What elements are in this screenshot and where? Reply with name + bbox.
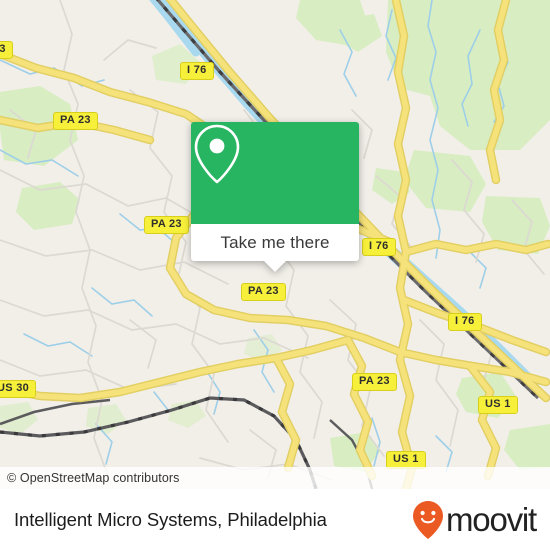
road-shield: I 76 (362, 238, 396, 256)
map-attribution: © OpenStreetMap contributors (0, 467, 550, 489)
moovit-logo[interactable]: moovit (412, 500, 537, 540)
callout-footer[interactable]: Take me there (191, 224, 359, 261)
callout-header (191, 122, 359, 224)
road-shield: I 76 (180, 62, 214, 80)
road-shield: PA 23 (144, 216, 189, 234)
attribution-text: © OpenStreetMap contributors (7, 471, 180, 485)
road-shield: PA 23 (352, 373, 397, 391)
moovit-wordmark: moovit (446, 500, 537, 538)
road-shield: PA 23 (241, 283, 286, 301)
moovit-pin-smiley-icon (413, 500, 443, 539)
callout-pointer-tail (264, 261, 286, 272)
road-shield: PA 23 (53, 112, 98, 130)
take-me-there-callout[interactable]: Take me there (191, 122, 359, 272)
road-shield: US 1 (386, 451, 426, 469)
map-preview-card: 23 I 76 PA 23 PA 23 I 76 PA 23 I 76 US 3… (0, 0, 550, 550)
map-pin-icon (194, 124, 240, 184)
map-canvas[interactable]: 23 I 76 PA 23 PA 23 I 76 PA 23 I 76 US 3… (0, 0, 550, 489)
road-shield: I 76 (448, 313, 482, 331)
footer-bar: Intelligent Micro Systems, Philadelphia … (0, 489, 550, 550)
road-shield: US 1 (478, 396, 518, 414)
place-title: Intelligent Micro Systems, Philadelphia (14, 508, 327, 530)
take-me-there-label: Take me there (220, 232, 330, 252)
road-shield: 23 (0, 41, 13, 59)
road-shield: US 30 (0, 380, 37, 398)
